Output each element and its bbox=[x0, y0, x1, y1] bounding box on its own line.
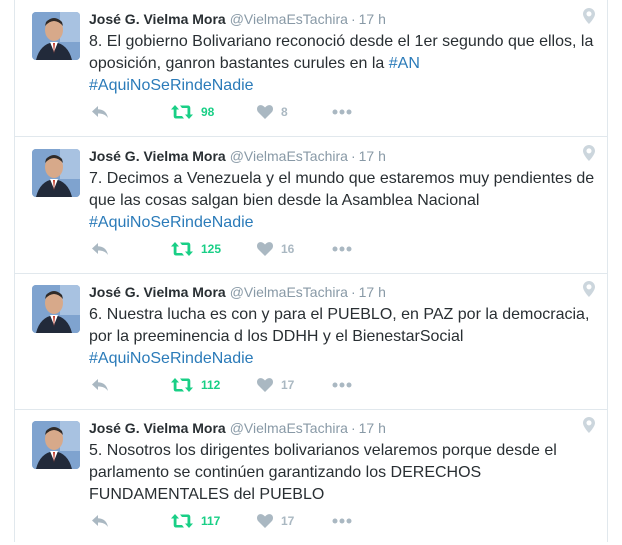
tweet-body: 5. Nosotros los dirigentes bolivarianos … bbox=[89, 442, 557, 503]
more-icon bbox=[332, 382, 352, 388]
retweet-icon bbox=[171, 242, 193, 256]
retweet-button[interactable]: 112 bbox=[171, 375, 220, 395]
separator: · bbox=[350, 11, 356, 27]
tweet-text: 8. El gobierno Bolivariano reconoció des… bbox=[89, 31, 599, 97]
fullname[interactable]: José G. Vielma Mora bbox=[89, 11, 226, 27]
avatar[interactable] bbox=[32, 149, 80, 197]
tweet-header: José G. Vielma Mora @VielmaEsTachira · 17 h bbox=[89, 146, 577, 166]
retweet-button[interactable]: 98 bbox=[171, 102, 214, 122]
retweet-count: 112 bbox=[201, 378, 221, 392]
more-button[interactable] bbox=[332, 239, 352, 259]
timestamp[interactable]: 17 h bbox=[359, 284, 386, 300]
tweet[interactable]: José G. Vielma Mora @VielmaEsTachira · 17 h… bbox=[15, 0, 607, 137]
retweet-icon bbox=[171, 105, 193, 119]
location-pin-icon[interactable] bbox=[583, 281, 595, 297]
retweet-icon bbox=[171, 378, 193, 392]
heart-icon bbox=[257, 105, 273, 119]
fullname[interactable]: José G. Vielma Mora bbox=[89, 420, 226, 436]
username[interactable]: @VielmaEsTachira bbox=[230, 11, 348, 27]
location-pin-icon[interactable] bbox=[583, 417, 595, 433]
avatar[interactable] bbox=[32, 285, 80, 333]
tweet-header: José G. Vielma Mora @VielmaEsTachira · 17 h bbox=[89, 9, 577, 29]
tweet-actions: 117 17 bbox=[89, 511, 389, 531]
separator: · bbox=[350, 148, 356, 164]
more-icon bbox=[332, 246, 352, 252]
hashtag-link[interactable]: #AquiNoSeRindeNadie bbox=[89, 350, 254, 367]
retweet-count: 117 bbox=[201, 514, 221, 528]
tweet-text: 5. Nosotros los dirigentes bolivarianos … bbox=[89, 440, 599, 506]
tweet[interactable]: José G. Vielma Mora @VielmaEsTachira · 17 h… bbox=[15, 137, 607, 274]
like-button[interactable]: 8 bbox=[257, 102, 288, 122]
more-button[interactable] bbox=[332, 102, 352, 122]
tweet-text: 7. Decimos a Venezuela y el mundo que es… bbox=[89, 168, 599, 234]
tweet-header: José G. Vielma Mora @VielmaEsTachira · 17 h bbox=[89, 418, 577, 438]
like-count: 8 bbox=[281, 105, 288, 119]
avatar[interactable] bbox=[32, 12, 80, 60]
username[interactable]: @VielmaEsTachira bbox=[230, 420, 348, 436]
retweet-button[interactable]: 117 bbox=[171, 511, 220, 531]
tweet-header: José G. Vielma Mora @VielmaEsTachira · 17 h bbox=[89, 282, 577, 302]
tweet-actions: 112 17 bbox=[89, 375, 389, 395]
tweet-body: 6. Nuestra lucha es con y para el PUEBLO… bbox=[89, 306, 590, 345]
tweet-text: 6. Nuestra lucha es con y para el PUEBLO… bbox=[89, 304, 599, 370]
fullname[interactable]: José G. Vielma Mora bbox=[89, 284, 226, 300]
location-pin-icon[interactable] bbox=[583, 145, 595, 161]
hashtag-link[interactable]: #AN bbox=[389, 55, 420, 72]
heart-icon bbox=[257, 242, 273, 256]
retweet-count: 125 bbox=[201, 242, 222, 256]
more-button[interactable] bbox=[332, 511, 352, 531]
timestamp[interactable]: 17 h bbox=[359, 11, 386, 27]
more-button[interactable] bbox=[332, 375, 352, 395]
more-icon bbox=[332, 109, 352, 115]
reply-icon bbox=[92, 243, 108, 255]
fullname[interactable]: José G. Vielma Mora bbox=[89, 148, 226, 164]
retweet-button[interactable]: 125 bbox=[171, 239, 221, 259]
tweet[interactable]: José G. Vielma Mora @VielmaEsTachira · 17 h… bbox=[15, 273, 607, 410]
reply-button[interactable] bbox=[91, 239, 109, 259]
heart-icon bbox=[257, 514, 273, 528]
more-icon bbox=[332, 518, 352, 524]
like-count: 16 bbox=[281, 242, 295, 256]
hashtag-link[interactable]: #AquiNoSeRindeNadie bbox=[89, 214, 254, 231]
reply-button[interactable] bbox=[91, 102, 109, 122]
like-button[interactable]: 17 bbox=[257, 511, 294, 531]
reply-icon bbox=[92, 379, 108, 391]
tweet-body: 8. El gobierno Bolivariano reconoció des… bbox=[89, 33, 594, 72]
timestamp[interactable]: 17 h bbox=[359, 420, 386, 436]
tweet-actions: 125 16 bbox=[89, 239, 389, 259]
retweet-count: 98 bbox=[201, 105, 215, 119]
heart-icon bbox=[257, 378, 273, 392]
reply-button[interactable] bbox=[91, 375, 109, 395]
like-count: 17 bbox=[281, 378, 295, 392]
timestamp[interactable]: 17 h bbox=[359, 148, 386, 164]
tweet-actions: 98 8 bbox=[89, 102, 389, 122]
avatar[interactable] bbox=[32, 421, 80, 469]
like-button[interactable]: 16 bbox=[257, 239, 294, 259]
tweet-body: 7. Decimos a Venezuela y el mundo que es… bbox=[89, 170, 595, 209]
reply-icon bbox=[92, 106, 108, 118]
like-button[interactable]: 17 bbox=[257, 375, 294, 395]
timeline: José G. Vielma Mora @VielmaEsTachira · 17 h… bbox=[14, 0, 608, 542]
separator: · bbox=[350, 284, 356, 300]
reply-icon bbox=[92, 515, 108, 527]
username[interactable]: @VielmaEsTachira bbox=[230, 148, 348, 164]
separator: · bbox=[350, 420, 356, 436]
location-pin-icon[interactable] bbox=[583, 8, 595, 24]
retweet-icon bbox=[171, 514, 193, 528]
like-count: 17 bbox=[281, 514, 295, 528]
reply-button[interactable] bbox=[91, 511, 109, 531]
tweet[interactable]: José G. Vielma Mora @VielmaEsTachira · 17 h… bbox=[15, 409, 607, 545]
username[interactable]: @VielmaEsTachira bbox=[230, 284, 348, 300]
hashtag-link[interactable]: #AquiNoSeRindeNadie bbox=[89, 77, 254, 94]
